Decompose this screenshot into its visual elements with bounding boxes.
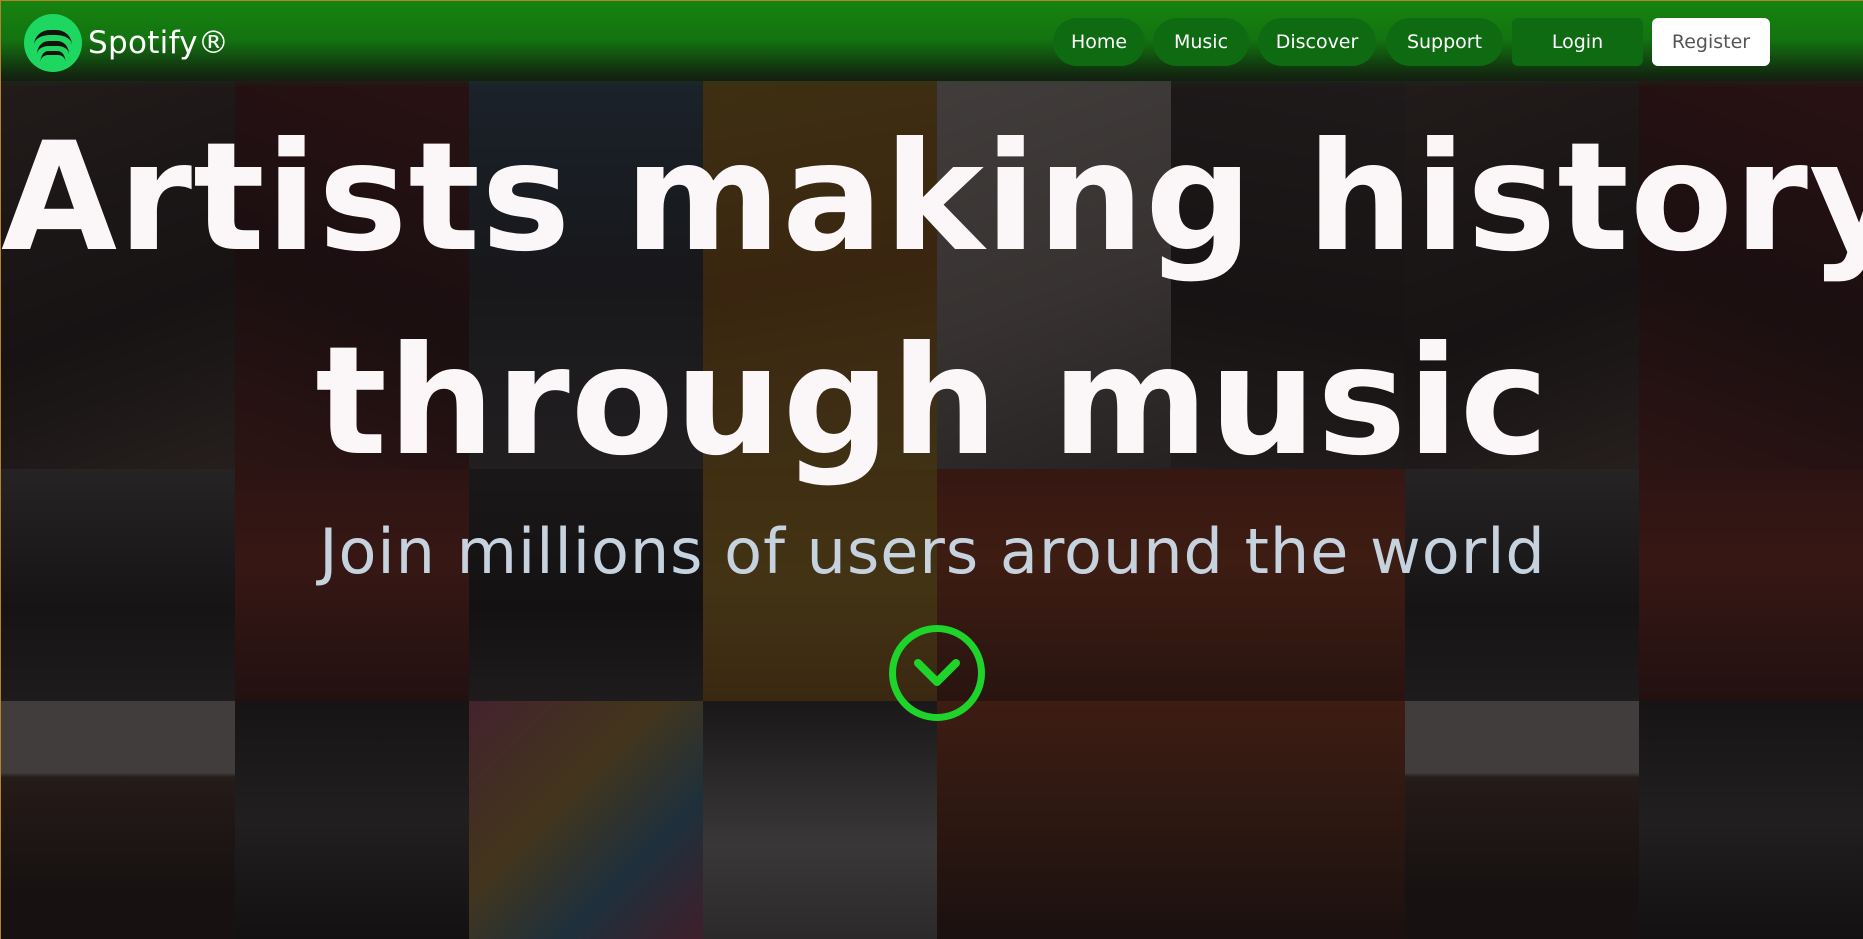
album-tile <box>1 701 235 939</box>
spotify-logo-icon <box>24 14 82 72</box>
hero-title-line-2: through music <box>315 315 1550 489</box>
landing-page: Spotify® Home Music Discover Support Log… <box>0 0 1863 939</box>
album-tile <box>469 701 703 939</box>
site-header: Spotify® Home Music Discover Support Log… <box>1 1 1863 87</box>
album-tile <box>937 701 1405 939</box>
brand-name: Spotify® <box>88 25 230 61</box>
login-button[interactable]: Login <box>1512 18 1643 66</box>
chevron-down-icon <box>914 659 960 686</box>
nav-support[interactable]: Support <box>1386 18 1503 66</box>
album-tile <box>703 701 937 939</box>
brand-logo[interactable]: Spotify® <box>24 14 229 72</box>
nav-discover[interactable]: Discover <box>1258 18 1376 66</box>
album-tile <box>1405 701 1639 939</box>
nav-music[interactable]: Music <box>1153 18 1249 66</box>
nav-home[interactable]: Home <box>1053 18 1145 66</box>
album-tile <box>1639 701 1863 939</box>
hero-title-line-1: Artists making history <box>1 111 1863 285</box>
hero-subtitle: Join millions of users around the world <box>319 515 1546 588</box>
album-tile <box>235 701 469 939</box>
scroll-down-button[interactable] <box>889 625 985 721</box>
register-button[interactable]: Register <box>1652 18 1770 66</box>
